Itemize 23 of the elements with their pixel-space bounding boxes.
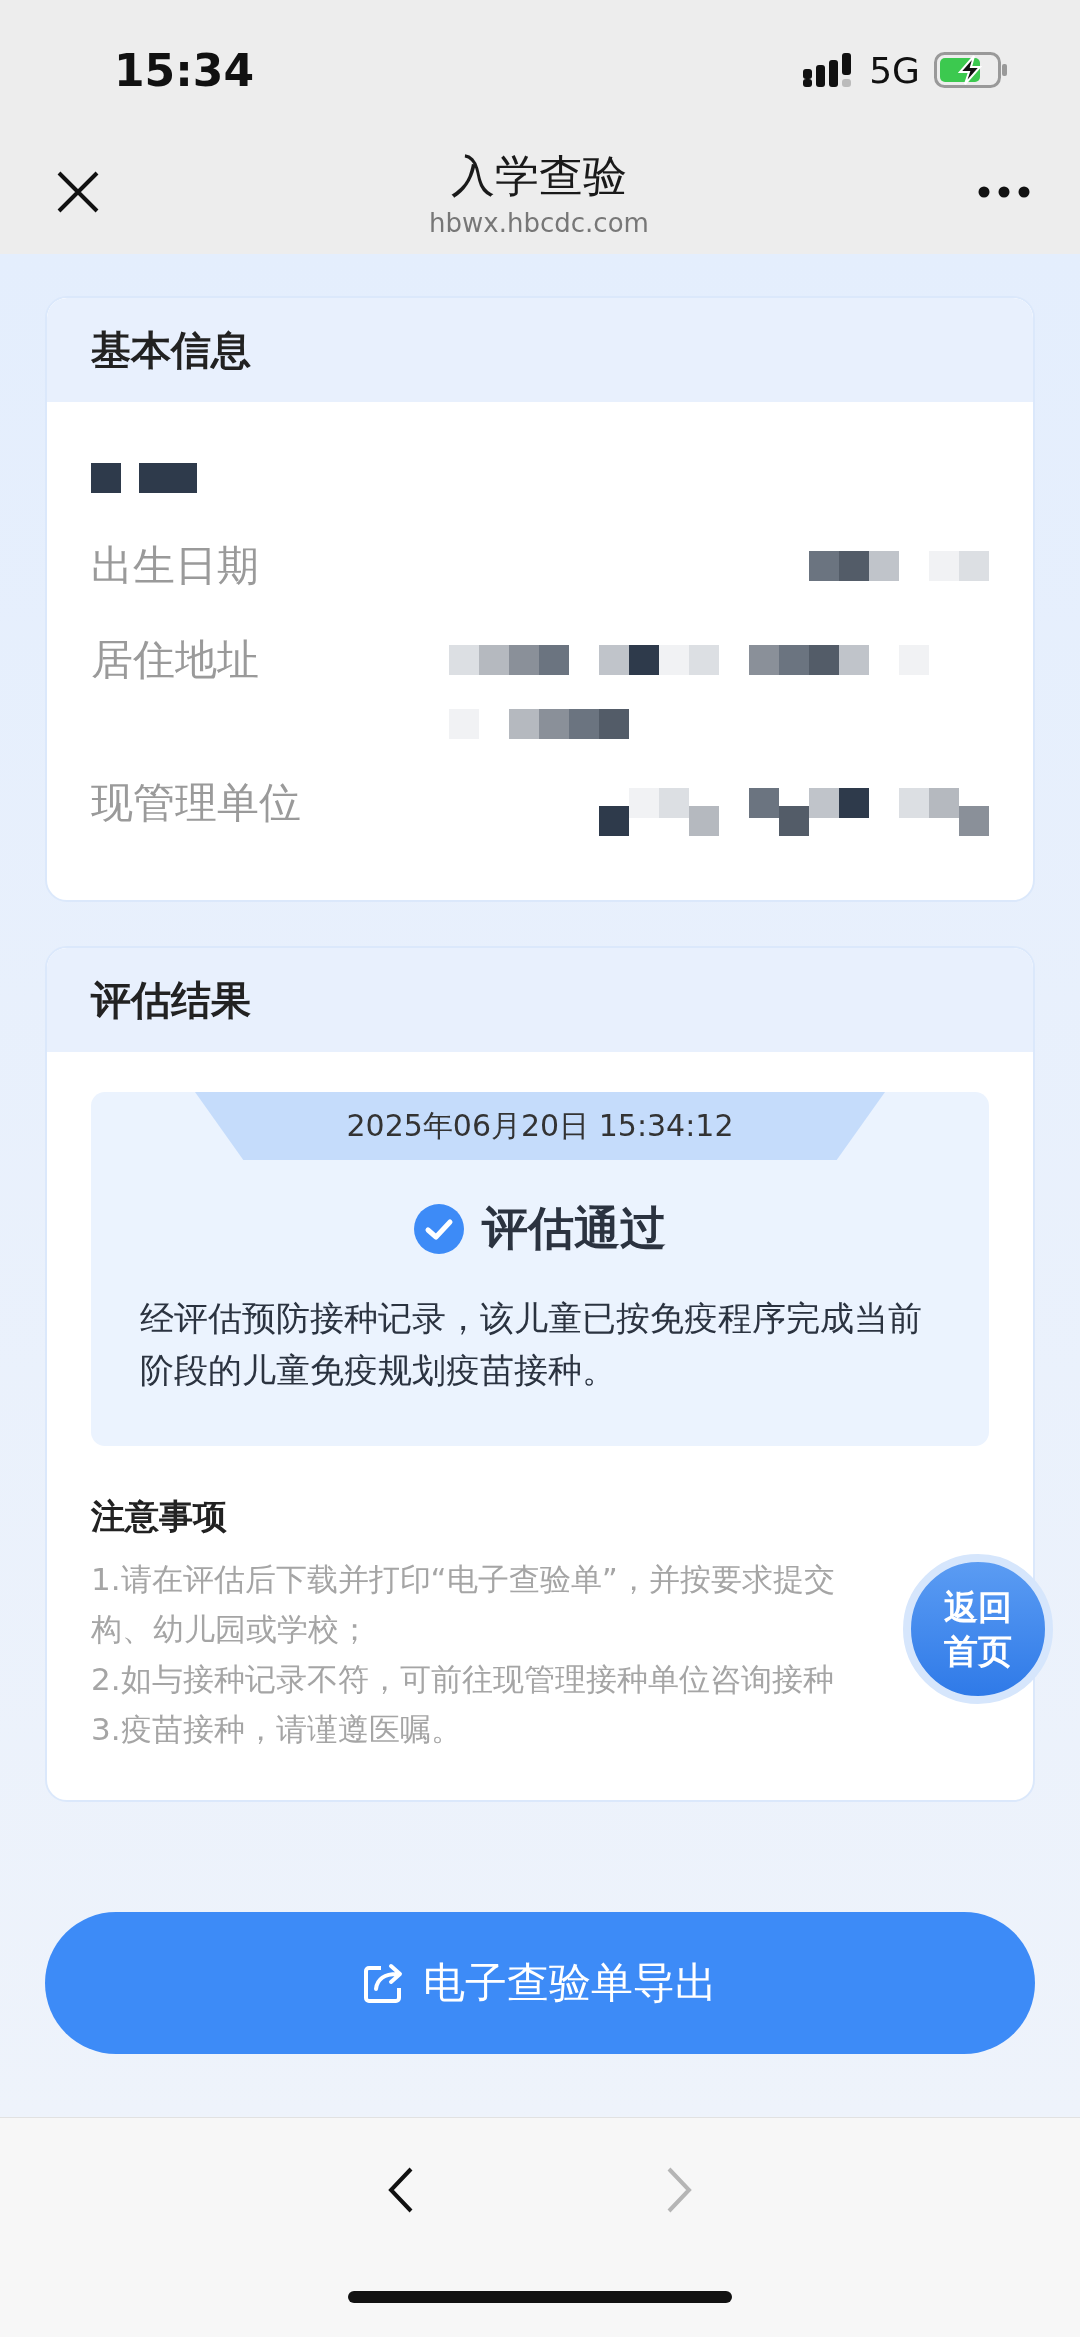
card-title: 评估结果 bbox=[91, 975, 251, 1025]
home-button[interactable]: 返回 首页 bbox=[903, 1554, 1053, 1704]
result-status: 评估通过 bbox=[482, 1200, 666, 1257]
export-button[interactable]: 电子查验单导出 bbox=[45, 1912, 1035, 2054]
network-label: 5G bbox=[869, 49, 920, 91]
timestamp-banner: 2025年06月20日 15:34:12 bbox=[195, 1092, 885, 1160]
battery-charging-icon bbox=[934, 52, 1008, 88]
more-icon[interactable] bbox=[978, 186, 1030, 198]
status-time: 15:34 bbox=[114, 44, 255, 96]
field-label: 出生日期 bbox=[91, 540, 259, 592]
page-title: 入学查验 bbox=[451, 148, 627, 203]
notes-title: 注意事项 bbox=[91, 1495, 227, 1538]
field-label: 现管理单位 bbox=[91, 777, 301, 829]
close-icon[interactable] bbox=[56, 170, 100, 214]
field-label: 居住地址 bbox=[91, 634, 259, 686]
note-line: 1.请在评估后下载并打印“电子查验单”，并按要求提交 bbox=[91, 1560, 835, 1599]
note-line: 构、幼儿园或学校； bbox=[91, 1610, 370, 1649]
card-title: 基本信息 bbox=[91, 325, 251, 375]
result-description: 经评估预防接种记录，该儿童已按免疫程序完成当前阶段的儿童免疫规划疫苗接种。 bbox=[140, 1297, 923, 1392]
back-icon[interactable] bbox=[387, 2166, 415, 2214]
note-line: 2.如与接种记录不符，可前往现管理接种单位咨询接种 bbox=[91, 1660, 834, 1699]
note-line: 3.疫苗接种，请谨遵医嘱。 bbox=[91, 1710, 462, 1749]
page-url: hbwx.hbcdc.com bbox=[429, 207, 649, 238]
